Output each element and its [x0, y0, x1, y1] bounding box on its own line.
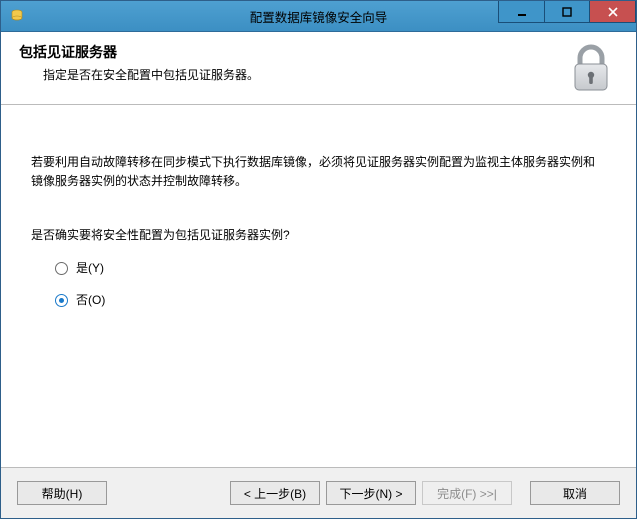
finish-button: 完成(F) >>| — [422, 481, 512, 505]
wizard-button-bar: 帮助(H) < 上一步(B) 下一步(N) > 完成(F) >>| 取消 — [1, 467, 636, 518]
radio-yes-indicator — [55, 262, 68, 275]
radio-yes-label: 是(Y) — [76, 259, 104, 278]
include-witness-radio-group: 是(Y) 否(O) — [31, 259, 606, 310]
close-button[interactable] — [590, 1, 636, 23]
wizard-content: 若要利用自动故障转移在同步模式下执行数据库镜像，必须将见证服务器实例配置为监视主… — [1, 105, 636, 467]
nav-button-group: < 上一步(B) 下一步(N) > 完成(F) >>| — [230, 481, 512, 505]
radio-no[interactable]: 否(O) — [55, 291, 606, 310]
minimize-button[interactable] — [498, 1, 544, 23]
cancel-button[interactable]: 取消 — [530, 481, 620, 505]
question-text: 是否确实要将安全性配置为包括见证服务器实例? — [31, 226, 606, 245]
window-controls — [498, 1, 636, 31]
radio-yes[interactable]: 是(Y) — [55, 259, 606, 278]
page-subtitle: 指定是否在安全配置中包括见证服务器。 — [19, 66, 554, 83]
padlock-icon — [564, 42, 618, 96]
minimize-icon — [517, 7, 527, 17]
page-title: 包括见证服务器 — [19, 42, 554, 62]
maximize-button[interactable] — [544, 1, 590, 23]
back-button[interactable]: < 上一步(B) — [230, 481, 320, 505]
help-button[interactable]: 帮助(H) — [17, 481, 107, 505]
wizard-header: 包括见证服务器 指定是否在安全配置中包括见证服务器。 — [1, 32, 636, 105]
radio-no-label: 否(O) — [76, 291, 105, 310]
close-icon — [608, 7, 618, 17]
radio-no-indicator — [55, 294, 68, 307]
app-icon — [9, 8, 25, 24]
titlebar: 配置数据库镜像安全向导 — [1, 1, 636, 32]
next-button[interactable]: 下一步(N) > — [326, 481, 416, 505]
wizard-header-text: 包括见证服务器 指定是否在安全配置中包括见证服务器。 — [19, 42, 554, 83]
maximize-icon — [562, 7, 572, 17]
intro-text: 若要利用自动故障转移在同步模式下执行数据库镜像，必须将见证服务器实例配置为监视主… — [31, 153, 606, 190]
wizard-window: 配置数据库镜像安全向导 包括见证服务器 指定是否在安全配置中包括见证服务器。 — [0, 0, 637, 519]
